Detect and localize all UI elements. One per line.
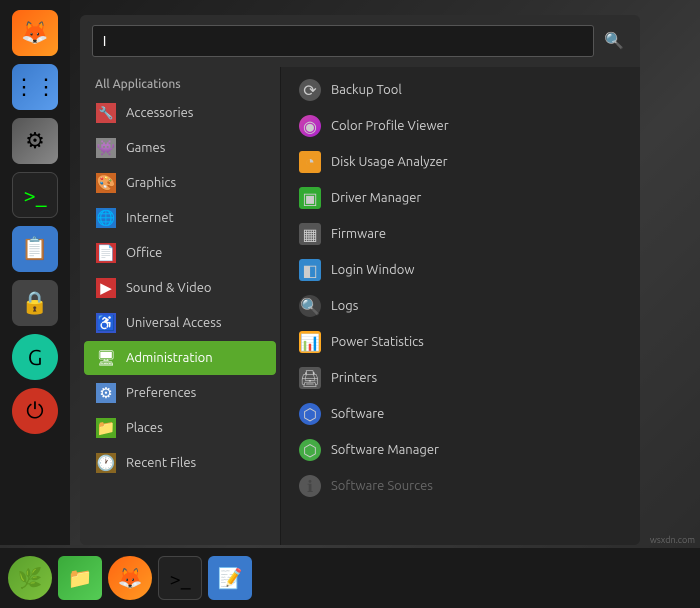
app-item-printers[interactable]: 🖨 Printers (289, 360, 632, 396)
category-label-internet: Internet (126, 211, 174, 225)
category-icon-recent-files: 🕐 (96, 453, 116, 473)
bottom-icon-terminal2[interactable]: >_ (158, 556, 202, 600)
app-label-power-statistics: Power Statistics (331, 335, 424, 349)
app-label-printers: Printers (331, 371, 377, 385)
menu-content: All Applications 🔧 Accessories 👾 Games 🎨 Grap… (80, 67, 640, 545)
category-icon-accessories: 🔧 (96, 103, 116, 123)
app-label-login-window: Login Window (331, 263, 414, 277)
app-icon-backup-tool: ⟳ (299, 79, 321, 101)
category-icon-universal-access: ♿ (96, 313, 116, 333)
category-administration[interactable]: 🖥 Administration (84, 341, 276, 375)
app-item-color-profile-viewer[interactable]: ◉ Color Profile Viewer (289, 108, 632, 144)
app-icon-software-sources: ℹ (299, 475, 321, 497)
category-games[interactable]: 👾 Games (84, 131, 276, 165)
search-input[interactable] (92, 25, 594, 57)
taskbar-icon-terminal[interactable]: >_ (12, 172, 58, 218)
categories-header: All Applications (80, 72, 280, 95)
category-sound-video[interactable]: ▶ Sound & Video (84, 271, 276, 305)
app-item-power-statistics[interactable]: 📊 Power Statistics (289, 324, 632, 360)
app-label-disk-usage-analyzer: Disk Usage Analyzer (331, 155, 448, 169)
taskbar-icon-lock[interactable]: 🔒 (12, 280, 58, 326)
app-label-logs: Logs (331, 299, 358, 313)
category-label-administration: Administration (126, 351, 213, 365)
category-icon-places: 📁 (96, 418, 116, 438)
category-label-games: Games (126, 141, 165, 155)
category-accessories[interactable]: 🔧 Accessories (84, 96, 276, 130)
app-label-software: Software (331, 407, 384, 421)
app-icon-software: ⬡ (299, 403, 321, 425)
category-internet[interactable]: 🌐 Internet (84, 201, 276, 235)
app-label-software-manager: Software Manager (331, 443, 439, 457)
category-icon-graphics: 🎨 (96, 173, 116, 193)
app-icon-printers: 🖨 (299, 367, 321, 389)
app-label-firmware: Firmware (331, 227, 386, 241)
bottom-icon-folder[interactable]: 📁 (58, 556, 102, 600)
category-universal-access[interactable]: ♿ Universal Access (84, 306, 276, 340)
category-label-sound-video: Sound & Video (126, 281, 212, 295)
app-item-login-window[interactable]: ◧ Login Window (289, 252, 632, 288)
app-label-color-profile-viewer: Color Profile Viewer (331, 119, 449, 133)
app-item-software-manager[interactable]: ⬡ Software Manager (289, 432, 632, 468)
category-label-recent-files: Recent Files (126, 456, 196, 470)
bottom-icon-firefox2[interactable]: 🦊 (108, 556, 152, 600)
category-graphics[interactable]: 🎨 Graphics (84, 166, 276, 200)
category-icon-internet: 🌐 (96, 208, 116, 228)
search-button[interactable]: 🔍 (600, 27, 628, 55)
category-label-universal-access: Universal Access (126, 316, 221, 330)
bottom-icon-mint[interactable]: 🌿 (8, 556, 52, 600)
app-label-backup-tool: Backup Tool (331, 83, 402, 97)
app-item-driver-manager[interactable]: ▣ Driver Manager (289, 180, 632, 216)
categories-panel: All Applications 🔧 Accessories 👾 Games 🎨 Grap… (80, 67, 280, 545)
app-item-software[interactable]: ⬡ Software (289, 396, 632, 432)
category-icon-games: 👾 (96, 138, 116, 158)
category-icon-sound-video: ▶ (96, 278, 116, 298)
app-item-logs[interactable]: 🔍 Logs (289, 288, 632, 324)
app-icon-login-window: ◧ (299, 259, 321, 281)
app-icon-disk-usage-analyzer: ◔ (299, 151, 321, 173)
taskbar-bottom: 🌿📁🦊>_📝 (0, 548, 700, 608)
taskbar-icon-notes[interactable]: 📋 (12, 226, 58, 272)
menu-panel: 🔍 All Applications 🔧 Accessories 👾 Games 🎨 Gr… (80, 15, 640, 545)
app-icon-logs: 🔍 (299, 295, 321, 317)
app-icon-driver-manager: ▣ (299, 187, 321, 209)
category-icon-preferences: ⚙ (96, 383, 116, 403)
bottom-icon-text[interactable]: 📝 (208, 556, 252, 600)
app-icon-firmware: ▦ (299, 223, 321, 245)
category-label-preferences: Preferences (126, 386, 196, 400)
category-recent-files[interactable]: 🕐 Recent Files (84, 446, 276, 480)
category-label-graphics: Graphics (126, 176, 176, 190)
app-icon-color-profile-viewer: ◉ (299, 115, 321, 137)
taskbar-icon-grammarly[interactable]: G (12, 334, 58, 380)
category-icon-office: 📄 (96, 243, 116, 263)
taskbar-icon-firefox[interactable]: 🦊 (12, 10, 58, 56)
search-bar: 🔍 (80, 15, 640, 67)
category-label-places: Places (126, 421, 163, 435)
taskbar-icon-apps[interactable]: ⋮⋮ (12, 64, 58, 110)
category-icon-administration: 🖥 (96, 348, 116, 368)
app-item-firmware[interactable]: ▦ Firmware (289, 216, 632, 252)
apps-list: ⟳ Backup Tool ◉ Color Profile Viewer ◔ Disk U… (281, 67, 640, 545)
app-icon-power-statistics: 📊 (299, 331, 321, 353)
app-item-disk-usage-analyzer[interactable]: ◔ Disk Usage Analyzer (289, 144, 632, 180)
taskbar-left: 🦊 ⋮⋮ ⚙ >_ 📋 🔒 G ⏻ (0, 0, 70, 545)
category-preferences[interactable]: ⚙ Preferences (84, 376, 276, 410)
app-item-software-sources: ℹ Software Sources (289, 468, 632, 504)
category-places[interactable]: 📁 Places (84, 411, 276, 445)
app-icon-software-manager: ⬡ (299, 439, 321, 461)
app-label-software-sources: Software Sources (331, 479, 433, 493)
app-item-backup-tool[interactable]: ⟳ Backup Tool (289, 72, 632, 108)
app-label-driver-manager: Driver Manager (331, 191, 421, 205)
category-label-accessories: Accessories (126, 106, 193, 120)
watermark: wsxdn.com (650, 535, 695, 545)
category-office[interactable]: 📄 Office (84, 236, 276, 270)
category-label-office: Office (126, 246, 162, 260)
taskbar-icon-settings[interactable]: ⚙ (12, 118, 58, 164)
taskbar-icon-power[interactable]: ⏻ (12, 388, 58, 434)
